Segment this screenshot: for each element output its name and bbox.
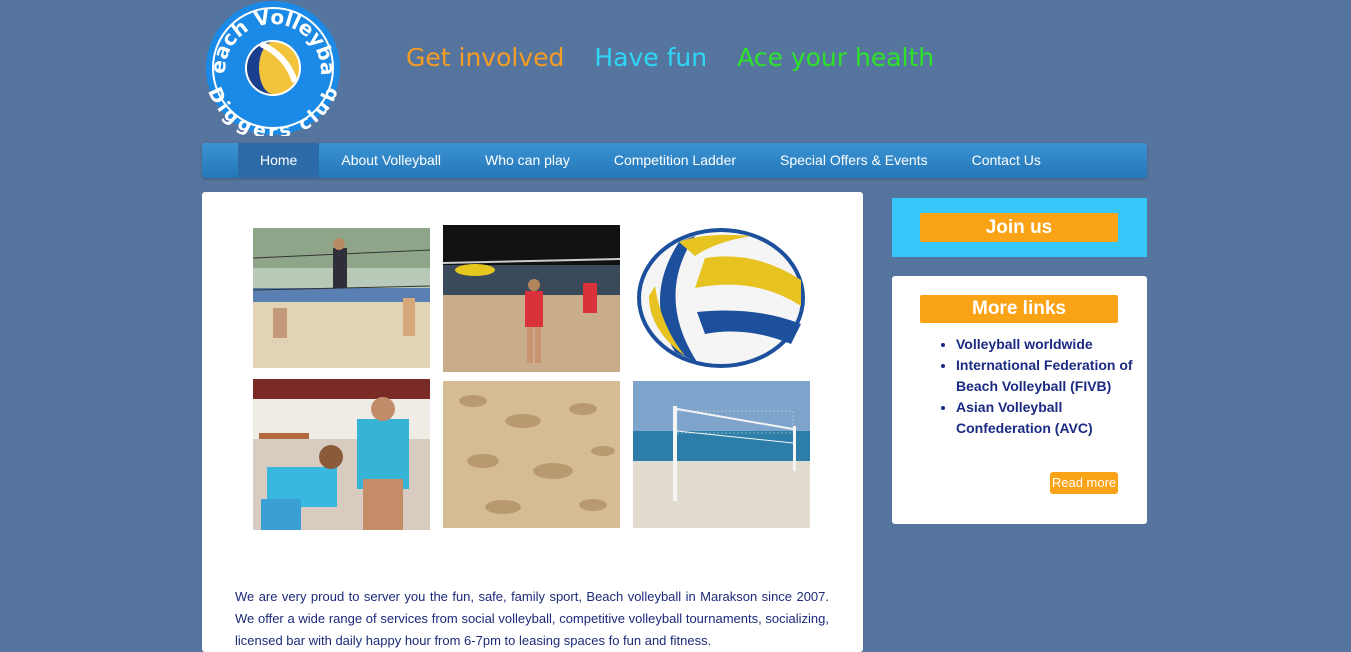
players-ready-stance-photo: [253, 379, 430, 530]
nav-who-can-play[interactable]: Who can play: [463, 143, 592, 178]
beach-net-photo: [633, 381, 810, 528]
join-us-box: Join us: [892, 198, 1147, 257]
join-us-button[interactable]: Join us: [920, 213, 1118, 242]
nav-special-offers[interactable]: Special Offers & Events: [758, 143, 950, 178]
main-content-panel: We are very proud to server you the fun,…: [202, 192, 863, 652]
nav-contact-us[interactable]: Contact Us: [950, 143, 1063, 178]
more-links-title: More links: [920, 295, 1118, 323]
nav-competition-ladder[interactable]: Competition Ladder: [592, 143, 758, 178]
volleyball-ball-image: [635, 226, 807, 370]
taglines: Get involved Have fun Ace your health: [406, 40, 934, 74]
main-navigation: Home About Volleyball Who can play Compe…: [202, 143, 1147, 178]
tagline-ace-health: Ace your health: [737, 42, 935, 72]
more-links-box: More links Volleyball worldwide Internat…: [892, 276, 1147, 524]
link-fivb[interactable]: International Federation of Beach Volley…: [956, 355, 1156, 397]
read-more-button[interactable]: Read more: [1050, 472, 1118, 494]
link-volleyball-worldwide[interactable]: Volleyball worldwide: [956, 334, 1156, 355]
nav-home[interactable]: Home: [238, 143, 320, 178]
tagline-get-involved: Get involved: [406, 42, 565, 72]
intro-paragraph: We are very proud to server you the fun,…: [235, 589, 829, 648]
tagline-have-fun: Have fun: [594, 42, 708, 72]
more-links-list: Volleyball worldwide International Feder…: [918, 334, 1156, 439]
sand-texture-photo: [443, 381, 620, 528]
women-spiking-photo: [443, 225, 620, 372]
link-avc[interactable]: Asian Volleyball Confederation (AVC): [956, 397, 1156, 439]
club-logo[interactable]: Beach Volleyball Diggers club: [195, 0, 343, 143]
nav-about-volleyball[interactable]: About Volleyball: [319, 143, 463, 178]
beach-volleyball-players-photo: [253, 228, 430, 368]
